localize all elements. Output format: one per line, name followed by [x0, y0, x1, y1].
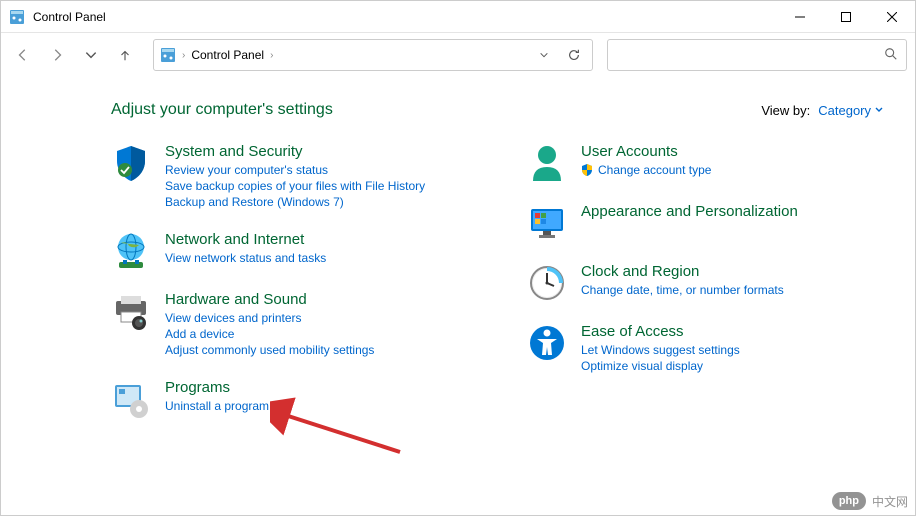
search-icon	[884, 47, 898, 64]
maximize-button[interactable]	[823, 2, 869, 32]
category-link[interactable]: Change account type	[581, 163, 883, 177]
recent-locations-button[interactable]	[77, 41, 105, 69]
page-heading: Adjust your computer's settings	[111, 101, 333, 119]
watermark: php 中文网	[832, 492, 908, 510]
monitor-icon	[527, 203, 567, 243]
search-input[interactable]	[616, 48, 884, 62]
addr-crumb[interactable]: Control Panel	[191, 48, 264, 62]
category-link[interactable]: Review your computer's status	[165, 163, 467, 177]
shield-icon	[111, 143, 151, 183]
navigation-toolbar: › Control Panel ›	[1, 33, 915, 77]
category-hardware: Hardware and Sound View devices and prin…	[111, 291, 467, 359]
category-link[interactable]: Let Windows suggest settings	[581, 343, 883, 357]
category-link-uninstall[interactable]: Uninstall a program	[165, 399, 467, 413]
category-user-accounts: User Accounts Change account type	[527, 143, 883, 183]
view-by-label: View by:	[761, 103, 810, 118]
accessibility-icon	[527, 323, 567, 363]
category-link[interactable]: View devices and printers	[165, 311, 467, 325]
category-clock: Clock and Region Change date, time, or n…	[527, 263, 883, 303]
printer-icon	[111, 291, 151, 331]
view-by-control: View by: Category	[761, 103, 883, 118]
category-ease: Ease of Access Let Windows suggest setti…	[527, 323, 883, 375]
addr-dropdown-button[interactable]	[532, 43, 556, 67]
back-button[interactable]	[9, 41, 37, 69]
category-title[interactable]: User Accounts	[581, 143, 883, 160]
globe-icon	[111, 231, 151, 271]
programs-icon	[111, 379, 151, 419]
forward-button[interactable]	[43, 41, 71, 69]
user-icon	[527, 143, 567, 183]
watermark-badge: php	[832, 492, 866, 510]
category-title[interactable]: Network and Internet	[165, 231, 467, 248]
refresh-button[interactable]	[562, 43, 586, 67]
content-area: Adjust your computer's settings View by:…	[1, 77, 915, 515]
window-controls	[777, 2, 915, 32]
address-bar[interactable]: › Control Panel ›	[153, 39, 593, 71]
titlebar: Control Panel	[1, 1, 915, 33]
category-link[interactable]: Change date, time, or number formats	[581, 283, 883, 297]
window-title: Control Panel	[33, 10, 777, 24]
category-title[interactable]: System and Security	[165, 143, 467, 160]
uac-shield-icon	[581, 164, 593, 176]
addr-separator-icon: ›	[270, 50, 273, 61]
category-title[interactable]: Programs	[165, 379, 467, 396]
category-link[interactable]: Optimize visual display	[581, 359, 883, 373]
category-title[interactable]: Hardware and Sound	[165, 291, 467, 308]
category-title[interactable]: Clock and Region	[581, 263, 883, 280]
category-link[interactable]: Adjust commonly used mobility settings	[165, 343, 467, 357]
category-appearance: Appearance and Personalization	[527, 203, 883, 243]
category-link[interactable]: View network status and tasks	[165, 251, 467, 265]
view-by-dropdown[interactable]: Category	[818, 103, 883, 118]
control-panel-addr-icon	[160, 47, 176, 63]
clock-icon	[527, 263, 567, 303]
addr-separator-icon: ›	[182, 50, 185, 61]
minimize-button[interactable]	[777, 2, 823, 32]
category-link[interactable]: Add a device	[165, 327, 467, 341]
view-by-value: Category	[818, 103, 871, 118]
category-link[interactable]: Backup and Restore (Windows 7)	[165, 195, 467, 209]
control-panel-icon	[9, 9, 25, 25]
window-frame: Control Panel	[0, 0, 916, 516]
watermark-text: 中文网	[872, 493, 908, 510]
search-box[interactable]	[607, 39, 907, 71]
category-link[interactable]: Save backup copies of your files with Fi…	[165, 179, 467, 193]
close-button[interactable]	[869, 2, 915, 32]
category-network: Network and Internet View network status…	[111, 231, 467, 271]
category-title[interactable]: Ease of Access	[581, 323, 883, 340]
category-system-security: System and Security Review your computer…	[111, 143, 467, 211]
chevron-down-icon	[875, 106, 883, 114]
up-button[interactable]	[111, 41, 139, 69]
category-programs: Programs Uninstall a program	[111, 379, 467, 419]
category-title[interactable]: Appearance and Personalization	[581, 203, 883, 220]
